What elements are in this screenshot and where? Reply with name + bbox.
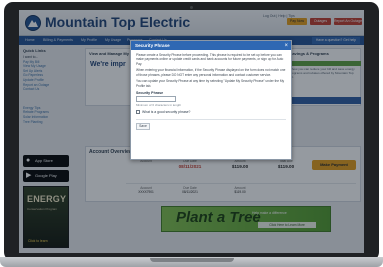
security-phrase-label: Security Phrase — [136, 90, 164, 95]
dialog-paragraph: When entering your financial information… — [136, 68, 286, 77]
dialog-body: Please create a Security Phrase before p… — [131, 50, 291, 133]
save-button[interactable]: Save — [136, 122, 150, 130]
dialog-paragraph: Please create a Security Phrase before p… — [136, 53, 284, 66]
dialog-header: Security Phrase × — [131, 41, 291, 50]
divider — [136, 118, 286, 120]
dialog-paragraph: You can update your Security Phrase at a… — [136, 79, 285, 88]
checkbox[interactable] — [136, 110, 140, 115]
good-phrase-label[interactable]: What is a good security phrase? — [142, 110, 190, 114]
close-icon[interactable]: × — [284, 42, 288, 50]
dialog-title: Security Phrase — [135, 42, 170, 48]
screen: Mountain Top Electric Log Out | Help | T… — [19, 10, 364, 253]
security-phrase-help: Minimum of 6 characters in length — [136, 102, 182, 107]
security-phrase-dialog: Security Phrase × Please create a Securi… — [130, 40, 292, 160]
laptop-base-notch — [150, 258, 234, 262]
webcam — [190, 6, 193, 9]
security-phrase-input[interactable] — [136, 95, 176, 102]
good-phrase-toggle[interactable]: What is a good security phrase? — [136, 110, 286, 116]
